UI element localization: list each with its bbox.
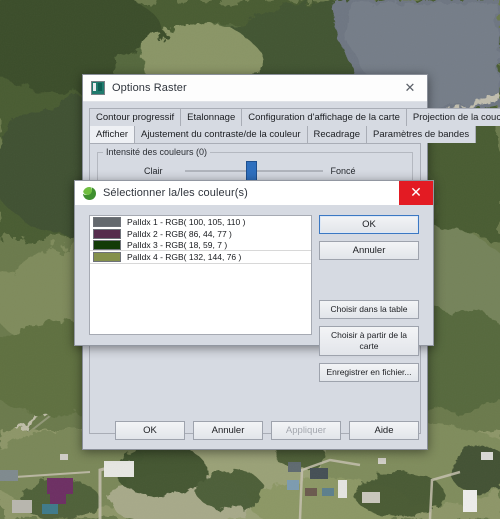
palette-entry-label: PalIdx 1 - RGB( 100, 105, 110 ) [127, 216, 246, 227]
button-spacer [319, 267, 419, 300]
select-colors-buttons: OK Annuler Choisir dans la table Choisir… [319, 215, 419, 389]
intensity-slider[interactable] [184, 161, 323, 183]
intensity-slider-row: Clair Foncé [98, 161, 412, 183]
list-item[interactable]: PalIdx 3 - RGB( 18, 59, 7 ) [90, 240, 311, 252]
palette-entry-label: PalIdx 2 - RGB( 86, 44, 77 ) [127, 228, 232, 239]
tab-parametres-bandes[interactable]: Paramètres de bandes [366, 126, 477, 143]
select-colors-dialog[interactable]: Sélectionner la/les couleur(s) ✕ PalIdx … [74, 180, 434, 382]
apply-button: Appliquer [271, 420, 341, 440]
tab-row-lower: Afficher Ajustement du contraste/de la c… [89, 126, 477, 143]
cancel-button[interactable]: Annuler [193, 420, 263, 440]
tab-etalonnage[interactable]: Etalonnage [180, 108, 243, 126]
tabstrip: Contour progressif Etalonnage Configurat… [83, 102, 500, 143]
choose-from-map-button[interactable]: Choisir à partir de la carte [319, 326, 419, 356]
palette-listbox[interactable]: PalIdx 1 - RGB( 100, 105, 110 ) PalIdx 2… [89, 215, 312, 335]
select-colors-titlebar[interactable]: Sélectionner la/les couleur(s) ✕ [75, 181, 433, 205]
tab-recadrage[interactable]: Recadrage [306, 126, 368, 143]
save-to-file-button[interactable]: Enregistrer en fichier... [319, 363, 419, 382]
color-swatch [93, 216, 121, 227]
select-colors-title: Sélectionner la/les couleur(s) [103, 187, 248, 199]
tab-configuration-affichage-carte[interactable]: Configuration d'affichage de la carte [241, 108, 407, 126]
list-item[interactable]: PalIdx 2 - RGB( 86, 44, 77 ) [90, 228, 311, 240]
ok-button[interactable]: OK [319, 215, 419, 234]
tab-afficher[interactable]: Afficher [89, 126, 136, 143]
palette-entry-label: PalIdx 3 - RGB( 18, 59, 7 ) [127, 240, 228, 251]
tab-contour-progressif[interactable]: Contour progressif [89, 108, 182, 126]
options-raster-title: Options Raster [112, 82, 187, 94]
color-intensity-legend: Intensité des couleurs (0) [103, 147, 211, 157]
tab-row-upper: Contour progressif Etalonnage Configurat… [89, 108, 500, 126]
slider-label-light: Clair [144, 166, 163, 176]
palette-entry-label: PalIdx 4 - RGB( 132, 144, 76 ) [127, 252, 242, 263]
list-item[interactable]: PalIdx 4 - RGB( 132, 144, 76 ) [90, 250, 311, 265]
slider-label-dark: Foncé [330, 166, 356, 176]
select-colors-body: PalIdx 1 - RGB( 100, 105, 110 ) PalIdx 2… [75, 205, 433, 382]
color-swatch [93, 228, 121, 239]
cancel-button[interactable]: Annuler [319, 241, 419, 260]
raster-layer-icon [91, 81, 105, 95]
ok-button[interactable]: OK [115, 420, 185, 440]
dialog-footer: OK Annuler Appliquer Aide [83, 411, 427, 449]
options-raster-titlebar[interactable]: Options Raster ✕ [83, 75, 427, 102]
globe-leaf-icon [83, 186, 96, 200]
tab-ajustement-contraste-couleur[interactable]: Ajustement du contraste/de la couleur [134, 126, 308, 143]
close-icon[interactable]: ✕ [393, 75, 427, 101]
help-button[interactable]: Aide [349, 420, 419, 440]
color-swatch [93, 240, 121, 251]
tab-projection-couche[interactable]: Projection de la couche [405, 108, 500, 126]
close-icon[interactable]: ✕ [399, 181, 433, 205]
choose-in-table-button[interactable]: Choisir dans la table [319, 300, 419, 319]
list-item[interactable]: PalIdx 1 - RGB( 100, 105, 110 ) [90, 216, 311, 228]
color-swatch [93, 252, 121, 263]
